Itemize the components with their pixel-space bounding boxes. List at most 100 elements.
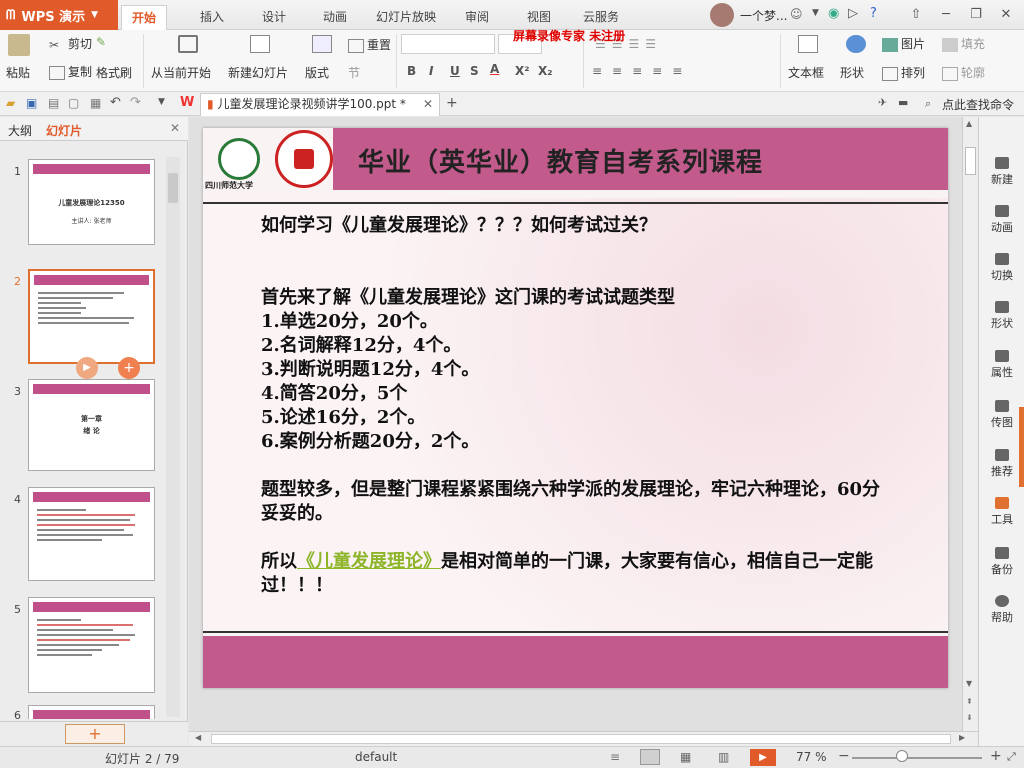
- sidebar-item-properties[interactable]: 属性: [979, 350, 1024, 380]
- restore-ribbon-icon[interactable]: ⇧: [904, 5, 928, 25]
- close-icon[interactable]: ✕: [170, 121, 180, 135]
- export-pdf-icon[interactable]: ▢: [68, 96, 79, 110]
- notes-icon[interactable]: ≡: [610, 750, 620, 764]
- outline-button[interactable]: 轮廓: [942, 64, 985, 81]
- fit-window-icon[interactable]: ⤢: [1007, 750, 1016, 764]
- picture-button[interactable]: 图片: [882, 35, 925, 52]
- play-slideshow-button[interactable]: ▶: [750, 749, 776, 766]
- app-menu-button[interactable]: ᗰ WPS 演示 ▼: [0, 0, 118, 30]
- help-icon[interactable]: ?: [870, 6, 877, 21]
- redo-icon[interactable]: ↷: [130, 95, 141, 110]
- sidebar-item-upload-image[interactable]: 传图: [979, 400, 1024, 430]
- format-painter-button[interactable]: 格式刷: [96, 64, 132, 81]
- new-tab-button[interactable]: +: [446, 95, 458, 111]
- new-slide-button[interactable]: 新建幻灯片: [228, 64, 288, 81]
- slide-title[interactable]: 华业（英华业）教育自考系列课程: [358, 142, 763, 179]
- scroll-thumb[interactable]: [211, 734, 951, 744]
- close-icon[interactable]: ✕: [423, 94, 433, 115]
- user-name[interactable]: 一个梦...: [740, 7, 787, 24]
- zoom-level[interactable]: 77 %: [796, 750, 827, 764]
- subscript-button[interactable]: X₂: [538, 64, 553, 78]
- avatar[interactable]: [710, 3, 734, 27]
- fill-button[interactable]: 填充: [942, 35, 985, 52]
- next-slide-icon[interactable]: ⇟: [966, 713, 973, 722]
- slide-thumbnail-4[interactable]: [28, 487, 155, 581]
- sidebar-item-shape[interactable]: 形状: [979, 301, 1024, 331]
- settings-icon[interactable]: ▬: [898, 96, 908, 109]
- chevron-up-icon[interactable]: ▲: [966, 119, 972, 128]
- tab-animation[interactable]: 动画: [313, 5, 357, 30]
- tab-insert[interactable]: 插入: [190, 5, 234, 30]
- close-button[interactable]: ✕: [994, 5, 1018, 25]
- search-command-input[interactable]: 点此查找命令: [942, 96, 1014, 113]
- horizontal-scrollbar[interactable]: ◀ ▶: [189, 731, 978, 746]
- slide-thumbnail-2[interactable]: [28, 269, 155, 364]
- chevron-right-icon[interactable]: ▶: [959, 733, 965, 742]
- normal-view-icon[interactable]: [640, 749, 660, 765]
- textbox-button[interactable]: 文本框: [788, 64, 824, 81]
- chevron-down-icon[interactable]: ▼: [812, 8, 819, 18]
- minimize-button[interactable]: ─: [934, 5, 958, 25]
- shadow-button[interactable]: S: [470, 64, 479, 78]
- copy-button[interactable]: 复制: [49, 63, 92, 80]
- slide-thumbnail-3[interactable]: 第一章 绪 论: [28, 379, 155, 471]
- tab-outline[interactable]: 大纲: [8, 122, 32, 139]
- paste-button[interactable]: 粘贴: [6, 64, 30, 81]
- from-current-button[interactable]: 从当前开始: [151, 64, 211, 81]
- zoom-out-button[interactable]: −: [838, 748, 850, 764]
- customize-quick-access-icon[interactable]: ▼: [158, 97, 165, 107]
- play-from-current-icon[interactable]: [178, 35, 198, 53]
- sidebar-item-recommend[interactable]: 推荐: [979, 449, 1024, 479]
- vertical-scrollbar[interactable]: ▲ ▼ ⇞ ⇟: [962, 117, 978, 731]
- save-icon[interactable]: ▣: [26, 96, 37, 110]
- add-slide-icon[interactable]: +: [118, 357, 140, 379]
- textbox-icon[interactable]: [798, 35, 818, 53]
- tab-design[interactable]: 设计: [252, 5, 296, 30]
- reset-button[interactable]: 重置: [348, 36, 391, 53]
- tab-slides[interactable]: 幻灯片: [46, 122, 82, 139]
- maximize-button[interactable]: ❐: [964, 5, 988, 25]
- scroll-thumb[interactable]: [965, 147, 976, 175]
- slide-thumbnail-5[interactable]: [28, 597, 155, 693]
- print-icon[interactable]: ▤: [48, 96, 59, 110]
- previous-slide-icon[interactable]: ⇞: [966, 697, 973, 706]
- underline-button[interactable]: U: [450, 64, 460, 78]
- print-preview-icon[interactable]: ▦: [90, 96, 101, 110]
- tools-icon[interactable]: ✈: [878, 96, 887, 109]
- pane-resize-handle[interactable]: [1019, 407, 1024, 487]
- paragraph-align-group[interactable]: ≡≡≡≡≡: [592, 64, 692, 78]
- font-name-select[interactable]: [401, 34, 495, 54]
- arrange-button[interactable]: 排列: [882, 64, 925, 81]
- play-icon[interactable]: ▶: [76, 357, 98, 379]
- section-button[interactable]: 节: [348, 64, 360, 81]
- reading-view-icon[interactable]: ▥: [718, 750, 729, 764]
- tab-home[interactable]: 开始: [121, 5, 168, 30]
- wps-logo-icon[interactable]: W: [180, 95, 194, 110]
- chevron-down-icon[interactable]: ▼: [966, 679, 972, 688]
- document-tab[interactable]: ▮ 儿童发展理论录视频讲学100.ppt * ✕: [200, 93, 440, 116]
- sidebar-item-backup[interactable]: 备份: [979, 547, 1024, 577]
- layout-icon[interactable]: [312, 35, 332, 53]
- panel-scrollbar[interactable]: [166, 157, 180, 717]
- layout-button[interactable]: 版式: [305, 64, 329, 81]
- italic-button[interactable]: I: [429, 64, 433, 78]
- format-painter-icon[interactable]: ✎: [96, 35, 114, 53]
- slide[interactable]: 四川师范大学 华业（英华业）教育自考系列课程 如何学习《儿童发展理论》？？？如何…: [203, 128, 948, 688]
- slide-body[interactable]: 如何学习《儿童发展理论》？？？如何考试过关？ 首先来了解《儿童发展理论》这门课的…: [261, 214, 891, 598]
- cut-button[interactable]: ✂ 剪切: [49, 35, 92, 52]
- share-icon[interactable]: ▷: [848, 6, 858, 21]
- slide-sorter-icon[interactable]: ▦: [680, 750, 691, 764]
- cloud-sync-icon[interactable]: ◉: [828, 6, 839, 21]
- slide-thumbnail-1[interactable]: 儿童发展理论12350 主讲人: 张老师: [28, 159, 155, 245]
- font-color-button[interactable]: A: [490, 62, 499, 76]
- zoom-slider-thumb[interactable]: [896, 750, 908, 762]
- sidebar-item-animation[interactable]: 动画: [979, 205, 1024, 235]
- chevron-left-icon[interactable]: ◀: [195, 733, 201, 742]
- paste-icon[interactable]: [8, 34, 30, 56]
- zoom-slider[interactable]: [852, 757, 982, 759]
- tab-slideshow[interactable]: 幻灯片放映: [366, 5, 446, 30]
- superscript-button[interactable]: X²: [515, 64, 530, 78]
- sidebar-item-help[interactable]: 帮助: [979, 595, 1024, 625]
- zoom-in-button[interactable]: +: [990, 748, 1002, 764]
- tab-review[interactable]: 审阅: [455, 5, 499, 30]
